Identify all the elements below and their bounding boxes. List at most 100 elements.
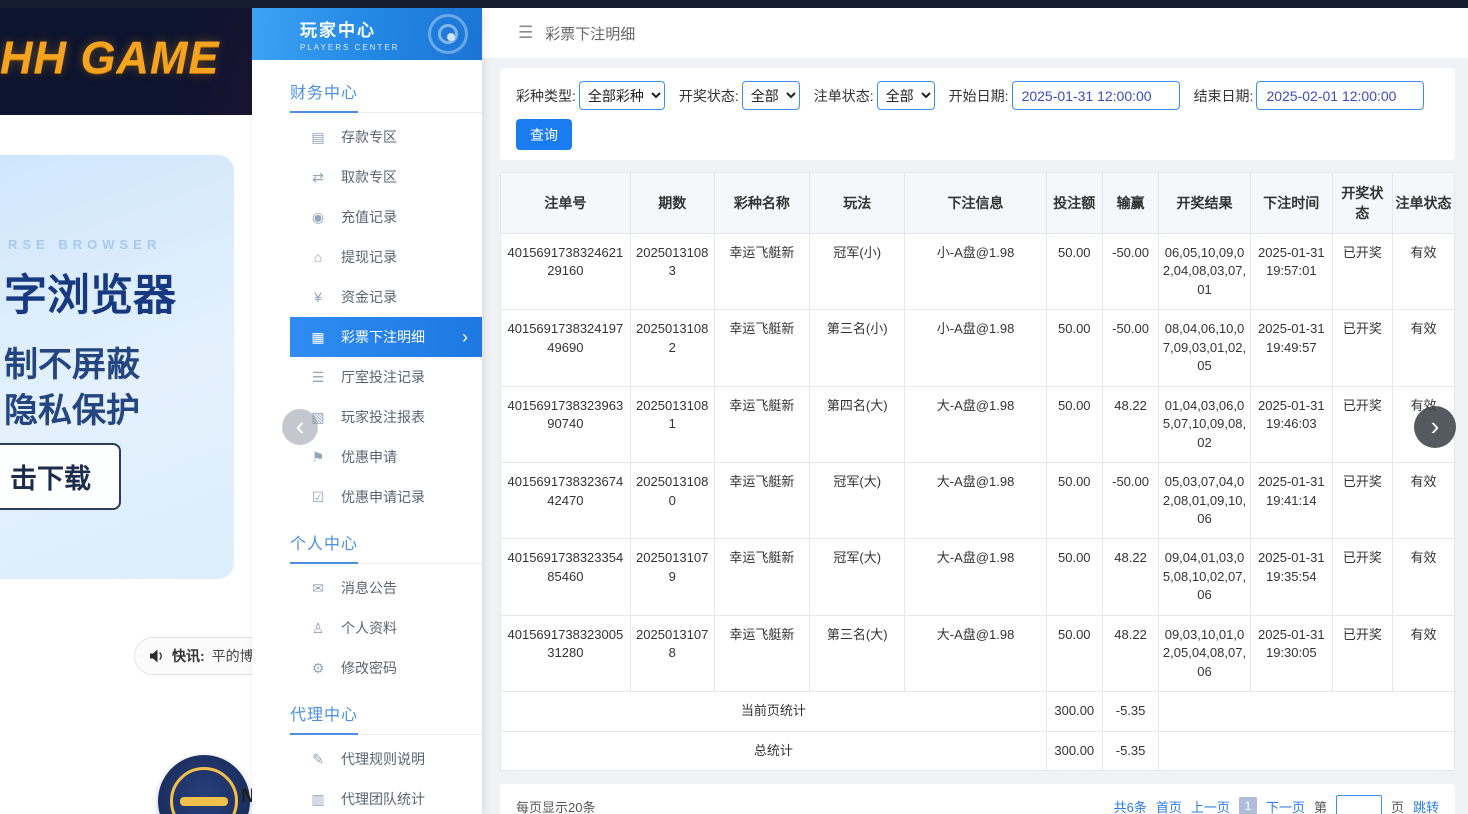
search-button[interactable]: 查询 bbox=[516, 119, 572, 150]
table-cell: 冠军(小) bbox=[810, 234, 905, 310]
summary-bet-total: 300.00 bbox=[1046, 692, 1102, 731]
prev-page-link[interactable]: 上一页 bbox=[1191, 797, 1230, 814]
table-cell: 有效 bbox=[1392, 539, 1454, 615]
table-cell: 50.00 bbox=[1046, 310, 1102, 386]
table-cell: 幸运飞艇新 bbox=[714, 310, 809, 386]
sidebar-item-lottery-bet-details[interactable]: ▦彩票下注明细› bbox=[290, 317, 482, 357]
sidebar-item-cashout-records[interactable]: ⌂ 提现记录 bbox=[290, 237, 482, 277]
sidebar-section-text: 个人中心 bbox=[290, 530, 358, 564]
content: 彩种类型: 全部彩种 开奖状态: 全部 注单状态: 全部 开始日期: bbox=[482, 58, 1468, 814]
table-cell: 小-A盘@1.98 bbox=[905, 310, 1046, 386]
sidebar-item-label: 代理规则说明 bbox=[341, 749, 425, 769]
sidebar-item-profile[interactable]: ♙个人资料 bbox=[290, 608, 482, 648]
jump-prefix-label: 第 bbox=[1314, 797, 1327, 814]
lottery-type-select[interactable]: 全部彩种 bbox=[579, 81, 665, 110]
cashout-record-icon: ⌂ bbox=[310, 249, 326, 265]
table-cell: 已开奖 bbox=[1332, 310, 1392, 386]
jump-button[interactable]: 跳转 bbox=[1413, 797, 1439, 814]
table-cell: 大-A盘@1.98 bbox=[905, 463, 1046, 539]
table-cell: 大-A盘@1.98 bbox=[905, 615, 1046, 691]
table-cell: 大-A盘@1.98 bbox=[905, 386, 1046, 462]
table-cell: 06,05,10,09,02,04,08,03,07,01 bbox=[1159, 234, 1251, 310]
order-status-select[interactable]: 全部 bbox=[877, 81, 935, 110]
current-page[interactable]: 1 bbox=[1239, 797, 1257, 814]
sidebar-item-player-bet-report[interactable]: ▧玩家投注报表 bbox=[290, 397, 482, 437]
summary-empty-cell bbox=[1159, 731, 1455, 770]
page-title: 彩票下注明细 bbox=[545, 23, 635, 44]
table-cell: 已开奖 bbox=[1332, 386, 1392, 462]
sidebar-header: 玩家中心 PLAYERS CENTER bbox=[252, 8, 482, 60]
start-date-label: 开始日期: bbox=[949, 86, 1009, 106]
table-cell: 幸运飞艇新 bbox=[714, 463, 809, 539]
carousel-next-button[interactable]: › bbox=[1414, 406, 1456, 448]
table-cell: 20250131080 bbox=[630, 463, 714, 539]
table-cell: 有效 bbox=[1392, 615, 1454, 691]
target-decoration-icon bbox=[428, 14, 468, 54]
promo-record-icon: ☑ bbox=[310, 489, 326, 506]
jump-page-input[interactable] bbox=[1336, 795, 1382, 814]
table-cell: 401569173832462129160 bbox=[501, 234, 631, 310]
filter-card: 彩种类型: 全部彩种 开奖状态: 全部 注单状态: 全部 开始日期: bbox=[500, 68, 1455, 160]
sidebar-item-agent-rules[interactable]: ✎代理规则说明 bbox=[290, 739, 482, 779]
table-cell: -50.00 bbox=[1102, 310, 1158, 386]
end-date-input[interactable] bbox=[1256, 81, 1424, 110]
sidebar-item-withdraw-zone[interactable]: ⇄ 取款专区 bbox=[290, 157, 482, 197]
topbar: ☰ 彩票下注明细 bbox=[482, 8, 1468, 58]
table-cell: 50.00 bbox=[1046, 463, 1102, 539]
draw-status-select[interactable]: 全部 bbox=[742, 81, 800, 110]
table-cell: 20250131081 bbox=[630, 386, 714, 462]
menu-toggle-icon[interactable]: ☰ bbox=[518, 23, 533, 43]
table-cell: 已开奖 bbox=[1332, 463, 1392, 539]
pagination-bar: 每页显示20条 共6条 首页 上一页 1 下一页 第 页 跳转 bbox=[500, 784, 1455, 814]
table-cell: 有效 bbox=[1392, 310, 1454, 386]
column-header: 输赢 bbox=[1102, 173, 1158, 234]
sidebar-item-promo-apply[interactable]: ⚑优惠申请 bbox=[290, 437, 482, 477]
summary-empty-cell bbox=[1159, 692, 1455, 731]
gear-icon: ⚙ bbox=[310, 660, 326, 677]
table-cell: 第三名(大) bbox=[810, 615, 905, 691]
column-header: 期数 bbox=[630, 173, 714, 234]
table-cell: 20250131078 bbox=[630, 615, 714, 691]
funds-record-icon: ¥ bbox=[310, 289, 326, 305]
start-date-input[interactable] bbox=[1012, 81, 1180, 110]
promo-headline: 字浏览器 bbox=[4, 261, 176, 323]
table-cell: 401569173832396390740 bbox=[501, 386, 631, 462]
sidebar-item-change-password[interactable]: ⚙修改密码 bbox=[290, 648, 482, 688]
summary-bet-total: 300.00 bbox=[1046, 731, 1102, 770]
sidebar-item-agent-team-stats[interactable]: ▥代理团队统计 bbox=[290, 779, 482, 814]
total-count: 共6条 bbox=[1114, 797, 1147, 814]
first-page-link[interactable]: 首页 bbox=[1156, 797, 1182, 814]
filter-row: 彩种类型: 全部彩种 开奖状态: 全部 注单状态: 全部 开始日期: bbox=[516, 81, 1439, 110]
sidebar-item-announcements[interactable]: ✉消息公告 bbox=[290, 568, 482, 608]
table-cell: 05,03,07,04,02,08,01,09,10,06 bbox=[1159, 463, 1251, 539]
table-cell: 2025-01-31 19:46:03 bbox=[1250, 386, 1332, 462]
table-cell: 09,03,10,01,02,05,04,08,07,06 bbox=[1159, 615, 1251, 691]
sidebar-item-hall-bet-records[interactable]: ☰厅室投注记录 bbox=[290, 357, 482, 397]
table-row: 40156917383239639074020250131081幸运飞艇新第四名… bbox=[501, 386, 1455, 462]
table-cell: 50.00 bbox=[1046, 234, 1102, 310]
sidebar-item-promo-apply-records[interactable]: ☑优惠申请记录 bbox=[290, 477, 482, 517]
player-center-panel: 玩家中心 PLAYERS CENTER 财务中心▤存款专区⇄取款专区◉充值记录⌂… bbox=[252, 8, 1468, 814]
table-cell: 大-A盘@1.98 bbox=[905, 539, 1046, 615]
table-cell: 20250131079 bbox=[630, 539, 714, 615]
withdraw-icon: ⇄ bbox=[310, 169, 326, 186]
summary-win-loss: -5.35 bbox=[1102, 731, 1158, 770]
sidebar-item-label: 提现记录 bbox=[341, 247, 397, 267]
column-header: 下注信息 bbox=[905, 173, 1046, 234]
download-button[interactable]: 击下载 bbox=[0, 443, 121, 510]
next-page-link[interactable]: 下一页 bbox=[1266, 797, 1305, 814]
table-cell: 401569173832367442470 bbox=[501, 463, 631, 539]
table-cell: 50.00 bbox=[1046, 615, 1102, 691]
sidebar-section-text: 财务中心 bbox=[290, 79, 358, 113]
bets-table: 注单号期数彩种名称玩法下注信息投注额输赢开奖结果下注时间开奖状态注单状态 401… bbox=[500, 172, 1455, 771]
ticker-text: 平的博 bbox=[212, 646, 252, 666]
sidebar-item-label: 取款专区 bbox=[341, 167, 397, 187]
sidebar-item-deposit-zone[interactable]: ▤存款专区 bbox=[290, 117, 482, 157]
bets-table-card: 注单号期数彩种名称玩法下注信息投注额输赢开奖结果下注时间开奖状态注单状态 401… bbox=[500, 172, 1455, 771]
sidebar-item-fund-records[interactable]: ¥资金记录 bbox=[290, 277, 482, 317]
draw-status-label: 开奖状态: bbox=[679, 86, 739, 106]
sidebar-item-recharge-records[interactable]: ◉充值记录 bbox=[290, 197, 482, 237]
carousel-prev-button[interactable]: ‹ bbox=[282, 409, 318, 445]
per-page-label: 每页显示20条 bbox=[516, 797, 595, 814]
team-name-letter: N bbox=[241, 786, 252, 808]
